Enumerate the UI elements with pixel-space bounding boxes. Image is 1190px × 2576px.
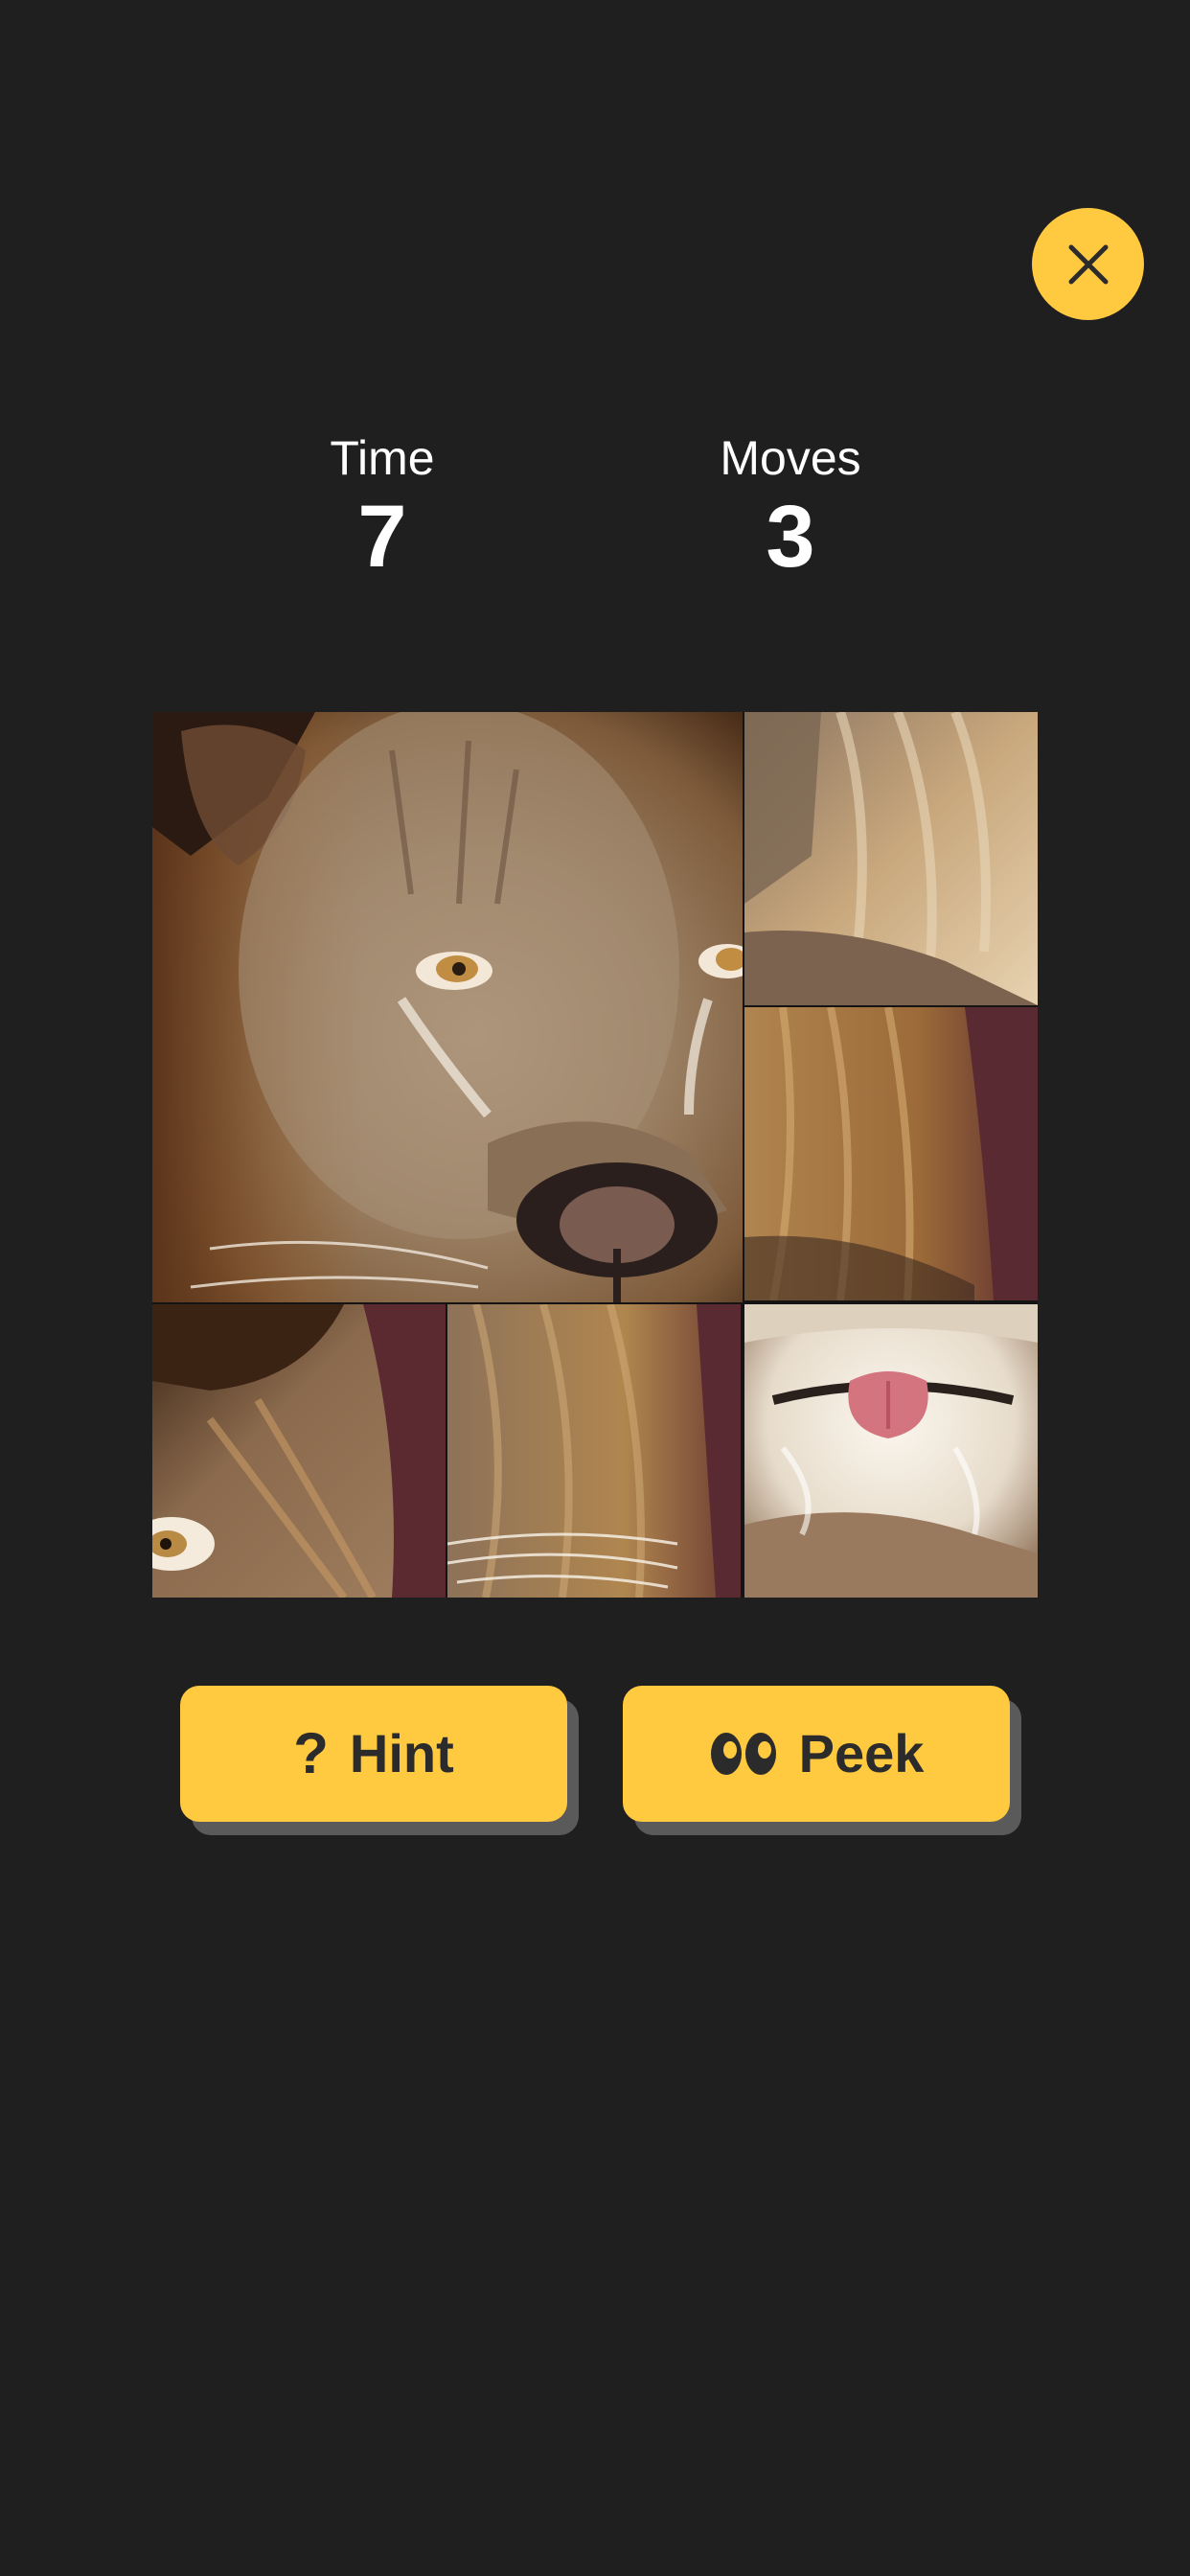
- close-icon: [1068, 244, 1108, 284]
- question-mark-icon: ?: [293, 1721, 329, 1785]
- peek-button[interactable]: Peek: [623, 1686, 1010, 1822]
- peek-label: Peek: [798, 1723, 925, 1783]
- time-label: Time: [330, 431, 435, 485]
- time-stat: Time 7: [258, 429, 507, 585]
- tile-mane-middle-right[interactable]: [744, 1007, 1038, 1300]
- time-value: 7: [357, 488, 407, 586]
- tile-mouth-bottom-right[interactable]: [744, 1304, 1038, 1598]
- tile-eye-bottom-left[interactable]: [152, 1304, 446, 1598]
- close-button[interactable]: [1032, 208, 1144, 320]
- hint-label: Hint: [349, 1723, 454, 1783]
- tile-lion-face-large[interactable]: [152, 712, 743, 1302]
- eyes-icon: [709, 1729, 778, 1779]
- puzzle-board: [152, 712, 1038, 1598]
- moves-label: Moves: [720, 431, 861, 485]
- hint-button[interactable]: ? Hint: [180, 1686, 567, 1822]
- moves-value: 3: [766, 488, 815, 586]
- moves-stat: Moves 3: [666, 429, 915, 585]
- tile-whiskers-bottom-middle[interactable]: [447, 1304, 741, 1598]
- tile-mane-top-right[interactable]: [744, 712, 1038, 1005]
